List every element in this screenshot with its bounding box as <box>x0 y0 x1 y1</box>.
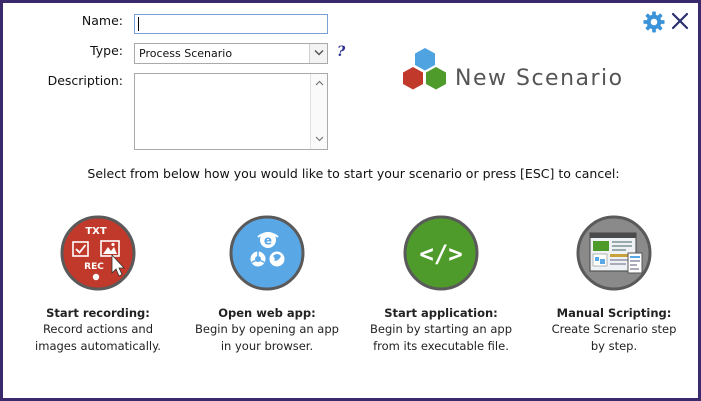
scroll-down-icon[interactable] <box>315 136 324 142</box>
type-select-value: Process Scenario <box>139 47 233 60</box>
code-icon: </> <box>403 215 479 291</box>
start-recording-option[interactable]: TXT REC Start recording: Record actions … <box>13 215 183 355</box>
dialog-window: Name: Type: Process Scenario ? Descripti… <box>0 0 701 401</box>
open-web-app-desc-line2: in your browser. <box>220 339 314 353</box>
start-application-desc-line2: from its executable file. <box>373 339 509 353</box>
app-logo-icon <box>403 48 446 90</box>
gear-icon[interactable] <box>643 11 665 33</box>
scroll-up-icon[interactable] <box>315 80 324 86</box>
record-icon: TXT REC <box>60 215 136 291</box>
manual-scripting-desc-line2: by step. <box>590 339 638 353</box>
manual-scripting-desc-line1: Create Screnario step <box>551 322 677 336</box>
instruction-text: Select from below how you would like to … <box>87 166 620 181</box>
start-recording-desc-line1: Record actions and <box>42 322 154 336</box>
start-recording-title: Start recording: <box>46 306 150 320</box>
start-application-desc-line1: Begin by starting an app <box>369 322 513 336</box>
text-caret <box>138 17 139 31</box>
code-icon-text: </> <box>419 240 462 268</box>
manual-scripting-option[interactable]: Manual Scripting: Create Screnario step … <box>529 215 699 355</box>
start-recording-desc-line2: images automatically. <box>35 339 161 353</box>
manual-scripting-title: Manual Scripting: <box>556 306 672 320</box>
name-label: Name: <box>81 13 123 28</box>
record-icon-rec: REC <box>84 262 104 272</box>
description-scrollbar[interactable] <box>310 74 327 149</box>
help-icon[interactable]: ? <box>337 44 345 60</box>
open-web-app-option[interactable]: e Open web app: Begin by opening an app … <box>182 215 352 355</box>
open-web-app-title: Open web app: <box>218 306 316 320</box>
dropdown-button[interactable] <box>309 44 327 63</box>
open-web-app-desc-line1: Begin by opening an app <box>195 322 339 336</box>
close-icon[interactable] <box>670 11 690 31</box>
type-select[interactable]: Process Scenario <box>134 43 328 64</box>
type-label: Type: <box>90 43 123 58</box>
browser-icon: e <box>229 215 305 291</box>
chevron-down-icon <box>314 49 324 56</box>
script-icon <box>576 215 652 291</box>
start-application-option[interactable]: </> Start application: Begin by starting… <box>356 215 526 355</box>
record-icon-txt: TXT <box>85 226 107 237</box>
name-input[interactable] <box>134 14 328 34</box>
description-label: Description: <box>47 73 123 88</box>
start-application-title: Start application: <box>384 306 498 320</box>
svg-text:e: e <box>264 234 272 248</box>
dialog-title: New Scenario <box>455 66 624 91</box>
description-field[interactable] <box>134 73 328 150</box>
